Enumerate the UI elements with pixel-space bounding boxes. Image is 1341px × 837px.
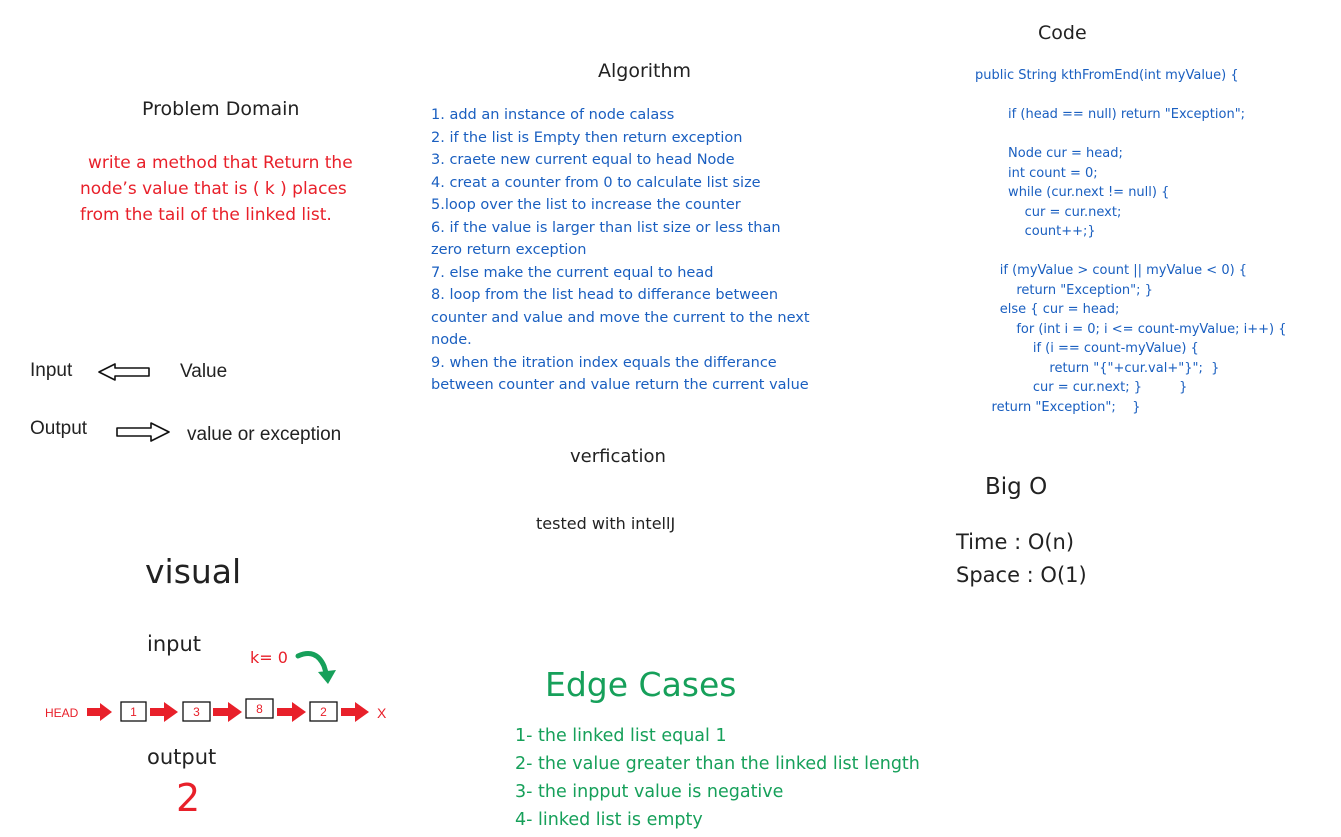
problem-domain-text: write a method that Return the node’s va… — [80, 150, 425, 228]
list-node-value: 3 — [193, 705, 200, 719]
problem-line: node’s value that is ( k ) places — [80, 179, 347, 199]
list-node-value: 2 — [320, 705, 327, 719]
red-arrow-icon — [213, 702, 242, 722]
red-arrow-icon — [87, 703, 112, 721]
edge-cases-title: Edge Cases — [545, 665, 737, 704]
linked-list-diagram: HEAD 1 3 8 2 X — [45, 651, 387, 722]
list-node-value: 8 — [256, 702, 263, 716]
verification-title: verfication — [570, 446, 666, 467]
algorithm-line: counter and value and move the current t… — [431, 309, 810, 326]
input-value: Value — [180, 361, 228, 382]
list-end-label: X — [377, 705, 387, 721]
head-label: HEAD — [45, 706, 79, 720]
red-arrow-icon — [341, 702, 369, 722]
problem-line: from the tail of the linked list. — [80, 205, 332, 225]
visual-output-label: output — [147, 745, 217, 769]
algorithm-line: 1. add an instance of node calass — [431, 107, 675, 123]
pointer-curve-arrow-icon — [295, 651, 336, 684]
algorithm-line: 5.loop over the list to increase the cou… — [431, 197, 741, 213]
algorithm-line: 7. else make the current equal to head — [431, 264, 714, 281]
red-arrow-icon — [150, 702, 178, 722]
input-label: Input — [30, 360, 73, 381]
code-block: public String kthFromEnd(int myValue) { … — [975, 68, 1287, 415]
algorithm-steps: 1. add an instance of node calass 2. if … — [431, 104, 881, 397]
algorithm-line: 8. loop from the list head to differance… — [431, 287, 779, 303]
edge-case-item: 4- linked list is empty — [515, 810, 703, 830]
edge-cases-list: 1- the linked list equal 1 2- the value … — [515, 722, 920, 834]
verification-text: tested with intellJ — [536, 514, 676, 533]
big-o-title: Big O — [985, 474, 1048, 500]
big-o-time: Time : O(n) — [956, 530, 1075, 554]
algorithm-line: 6. if the value is larger than list size… — [431, 219, 781, 236]
visual-result: 2 — [176, 776, 201, 820]
right-arrow-icon — [116, 422, 170, 442]
edge-case-item: 3- the inpput value is negative — [515, 782, 784, 802]
algorithm-line: 9. when the itration index equals the di… — [431, 354, 777, 371]
algorithm-line: between counter and value return the cur… — [431, 377, 809, 393]
algorithm-line: 4. creat a counter from 0 to calculate l… — [431, 174, 761, 191]
big-o-space: Space : O(1) — [956, 563, 1087, 587]
algorithm-line: node. — [431, 332, 472, 348]
red-arrow-icon — [277, 702, 306, 722]
left-arrow-icon — [98, 363, 150, 381]
visual-title: visual — [145, 552, 242, 591]
algorithm-line: 3. craete new current equal to head Node — [431, 152, 735, 168]
output-label: Output — [30, 418, 88, 439]
edge-case-item: 2- the value greater than the linked lis… — [515, 754, 920, 774]
output-value: value or exception — [187, 424, 342, 445]
problem-domain-title: Problem Domain — [142, 98, 300, 120]
edge-case-item: 1- the linked list equal 1 — [515, 726, 727, 746]
code-title: Code — [1038, 22, 1087, 44]
problem-line: write a method that Return the — [88, 153, 353, 173]
list-node-value: 1 — [130, 705, 137, 719]
algorithm-line: 2. if the list is Empty then return exce… — [431, 129, 743, 146]
algorithm-title: Algorithm — [598, 60, 692, 82]
algorithm-line: zero return exception — [431, 242, 587, 258]
